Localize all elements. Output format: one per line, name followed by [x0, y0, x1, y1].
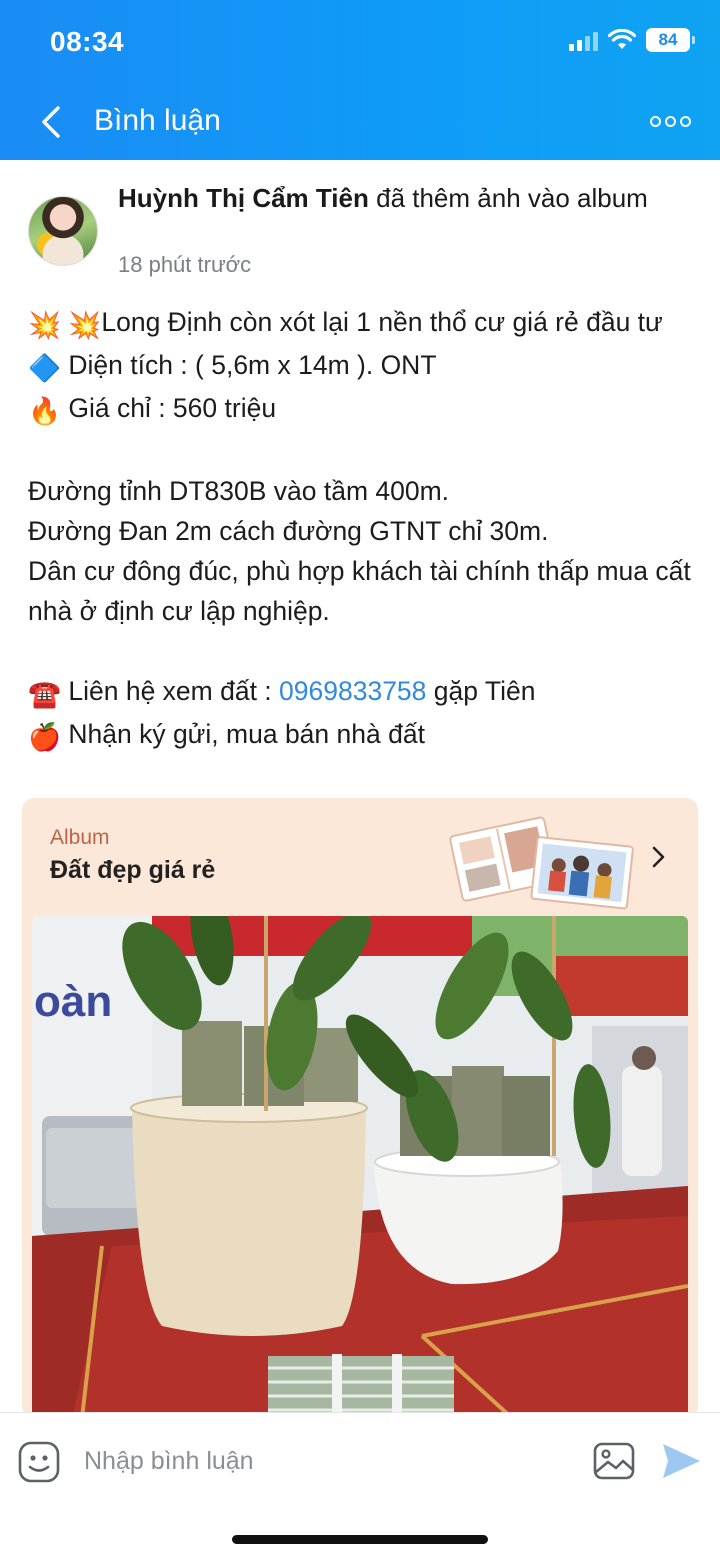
post-body: 💥 💥Long Định còn xót lại 1 nền thổ cư gi… [28, 302, 698, 757]
post-timestamp: 18 phút trước [118, 252, 252, 277]
album-name: Đất đẹp giá rẻ [50, 856, 216, 884]
post-line-text: Diện tích : ( 5,6m x 14m ). ONT [61, 350, 437, 380]
avatar[interactable] [28, 196, 98, 266]
more-dot-icon [650, 115, 661, 127]
wifi-icon [608, 29, 636, 49]
page-title: Bình luận [94, 104, 221, 137]
emoji-button[interactable] [18, 1441, 60, 1483]
post-action: đã thêm ảnh vào album [376, 183, 648, 213]
image-picker-button[interactable] [592, 1441, 636, 1481]
more-dot-icon [680, 115, 691, 127]
svg-text:oàn: oàn [34, 977, 112, 1026]
post-content: Huỳnh Thị Cẩm Tiên đã thêm ảnh vào album… [0, 160, 720, 1412]
post-line: Đường tỉnh DT830B vào tầm 400m. [28, 476, 450, 506]
post-line-text: Giá chỉ : 560 triệu [61, 393, 277, 423]
album-label: Album [50, 826, 110, 849]
post-line: Đường Đan 2m cách đường GTNT chỉ 30m. [28, 516, 549, 546]
more-options-button[interactable] [650, 110, 694, 132]
battery-icon: 84 [646, 28, 695, 52]
post-line-text: Long Định còn xót lại 1 nền thổ cư giá r… [101, 307, 663, 337]
send-button[interactable] [660, 1441, 702, 1481]
status-icons: 84 [569, 28, 695, 52]
cellular-signal-icon [569, 29, 598, 51]
post-line: 🔥 Giá chỉ : 560 triệu [28, 388, 698, 431]
phone-link[interactable]: 0969833758 [279, 676, 426, 706]
post-line: Dân cư đông đúc, phù hợp khách tài chính… [28, 556, 699, 626]
status-time: 08:34 [50, 26, 125, 57]
author-name[interactable]: Huỳnh Thị Cẩm Tiên [118, 183, 369, 213]
contact-prefix: Liên hệ xem đất : [61, 676, 280, 706]
post-line: 🔷 Diện tích : ( 5,6m x 14m ). ONT [28, 345, 698, 388]
telephone-emoji-icon: ☎️ [28, 679, 61, 709]
blue-diamond-emoji-icon: 🔷 [28, 353, 61, 383]
chevron-left-icon [42, 106, 60, 138]
contact-line: ☎️ Liên hệ xem đất : 0969833758 gặp Tiên [28, 671, 698, 714]
comment-bar [0, 1412, 720, 1558]
send-icon [663, 1444, 700, 1478]
contact-suffix: gặp Tiên [426, 676, 536, 706]
back-button[interactable] [34, 102, 70, 142]
post-line: 🍎 Nhận ký gửi, mua bán nhà đất [28, 714, 698, 757]
home-indicator [232, 1535, 488, 1544]
comment-input[interactable] [84, 1441, 544, 1481]
photo-album-illustration [449, 816, 634, 910]
more-dot-icon [665, 115, 676, 127]
album-card[interactable]: Album Đất đẹp giá rẻ oàn [22, 798, 698, 1412]
post-line: 💥 💥Long Định còn xót lại 1 nền thổ cư gi… [28, 302, 698, 345]
fire-emoji-icon: 🔥 [28, 396, 61, 426]
chevron-right-icon[interactable] [648, 844, 668, 870]
album-photo[interactable]: oàn [32, 916, 688, 1412]
apple-emoji-icon: 🍎 [28, 722, 61, 752]
post-header: Huỳnh Thị Cẩm Tiên đã thêm ảnh vào album [118, 182, 678, 215]
collision-emoji-icon: 💥 💥 [28, 310, 102, 340]
post-line-text: Nhận ký gửi, mua bán nhà đất [61, 719, 425, 749]
top-bar: 08:34 84 Bình luận [0, 0, 720, 160]
